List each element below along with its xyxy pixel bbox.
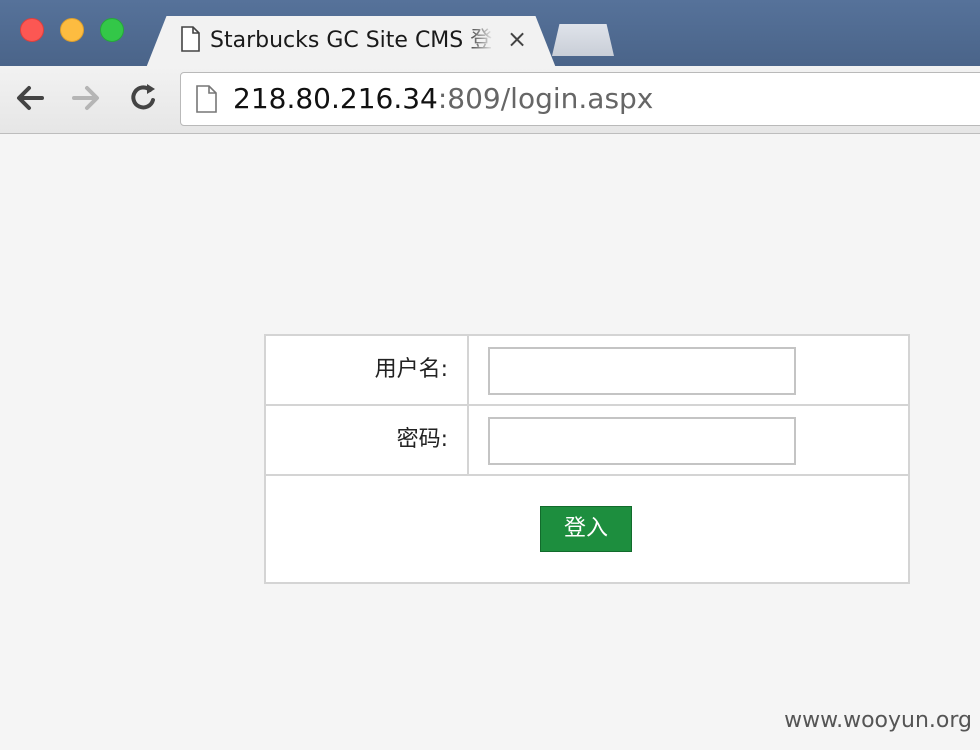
page-icon [196, 85, 217, 113]
reload-icon[interactable] [126, 80, 162, 116]
tab-title: Starbucks GC Site CMS 登录 [210, 28, 492, 53]
login-form: 用户名: 密码: 登入 [264, 334, 910, 584]
address-bar[interactable]: 218.80.216.34:809/login.aspx [180, 72, 980, 126]
close-icon[interactable]: × [502, 24, 532, 54]
window-maximize-button[interactable] [100, 18, 124, 42]
username-row: 用户名: [266, 336, 908, 406]
new-tab-button[interactable] [552, 24, 614, 56]
username-label: 用户名: [374, 357, 448, 382]
window-titlebar: Starbucks GC Site CMS 登录 × [0, 0, 980, 68]
page-icon [181, 26, 200, 52]
submit-row: 登入 [266, 476, 908, 582]
password-input[interactable] [488, 417, 796, 465]
window-minimize-button[interactable] [60, 18, 84, 42]
username-input[interactable] [488, 347, 796, 395]
password-row: 密码: [266, 406, 908, 476]
tab-title-fade [464, 24, 494, 58]
browser-tab-active[interactable]: Starbucks GC Site CMS 登录 × [146, 16, 556, 68]
back-arrow-icon[interactable] [12, 80, 48, 116]
url-host: 218.80.216.34 [233, 82, 438, 115]
window-close-button[interactable] [20, 18, 44, 42]
password-label: 密码: [396, 427, 448, 452]
forward-arrow-icon[interactable] [68, 80, 104, 116]
url-path: :809/login.aspx [437, 82, 654, 115]
login-button[interactable]: 登入 [540, 506, 632, 552]
browser-toolbar: 218.80.216.34:809/login.aspx [0, 66, 980, 134]
watermark: www.wooyun.org [784, 708, 972, 733]
url-text: 218.80.216.34:809/login.aspx [233, 81, 653, 117]
